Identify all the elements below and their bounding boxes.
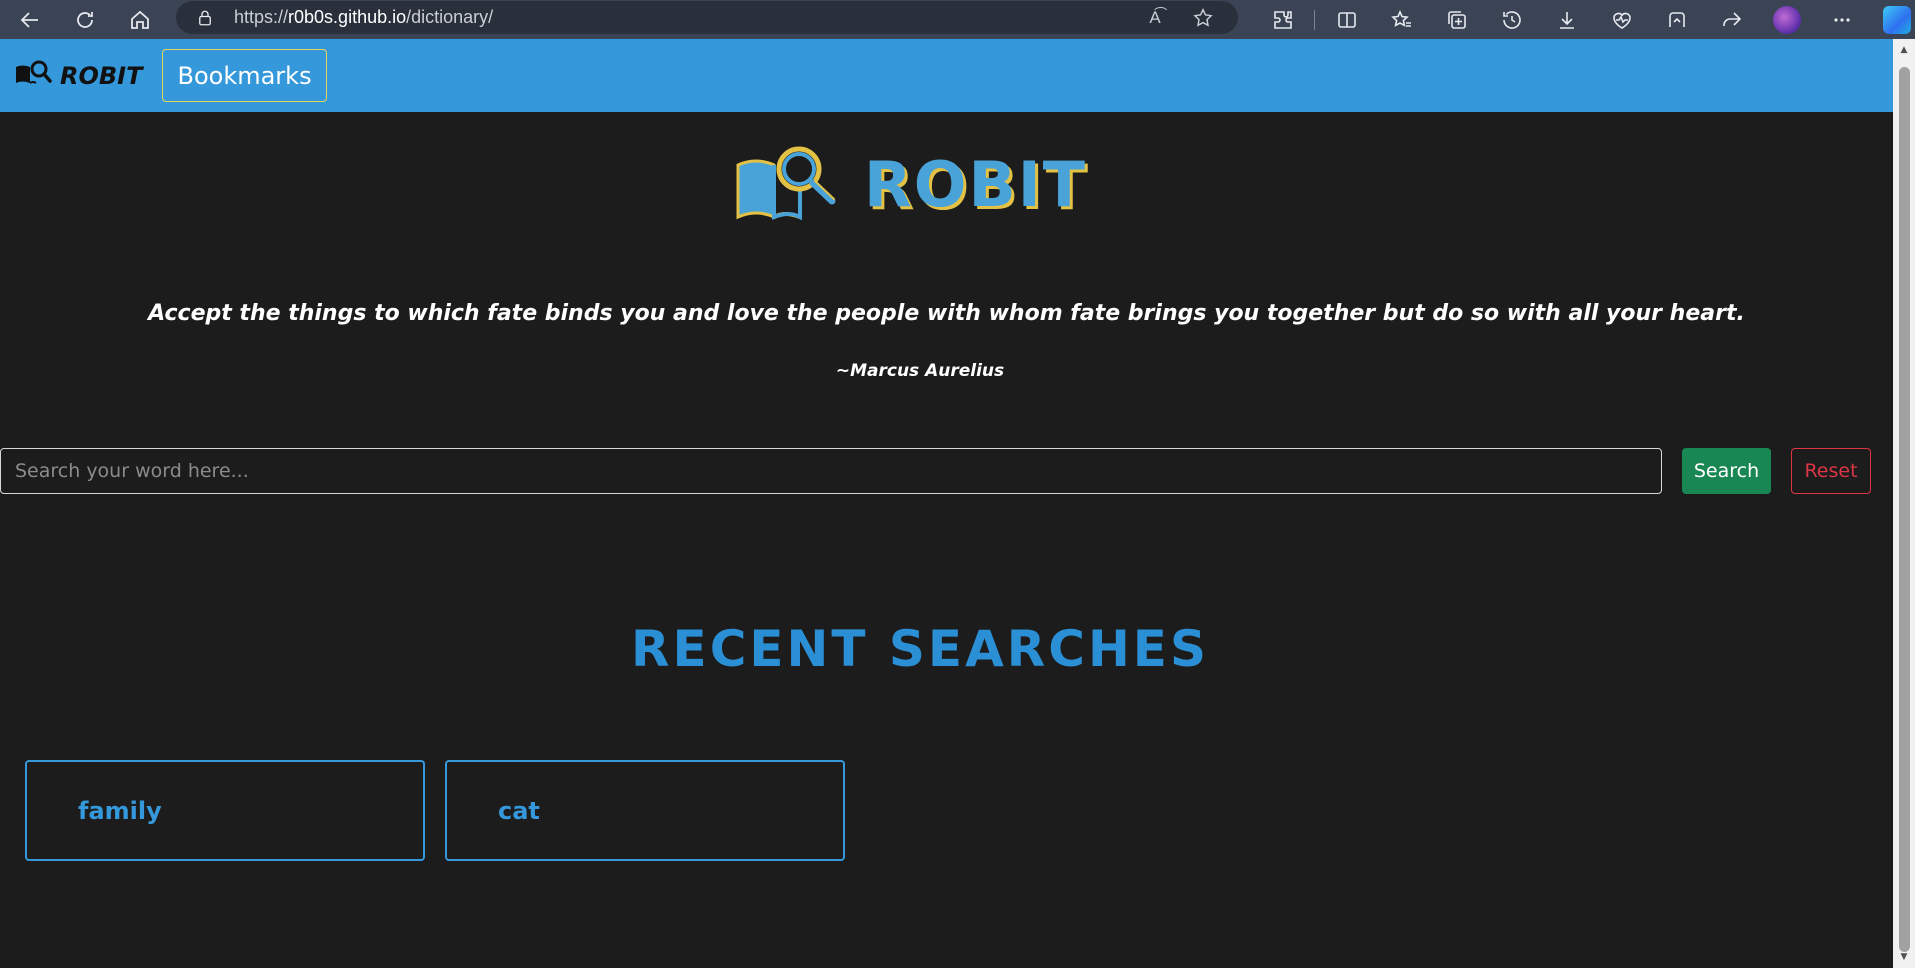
home-button[interactable] [112,0,167,39]
home-icon [130,10,149,29]
url-path: /dictionary/ [406,7,494,27]
scroll-up-arrow-icon[interactable]: ▲ [1893,41,1915,59]
recent-search-card[interactable]: family [25,760,425,861]
quote-author: ~Marcus Aurelius [835,361,1005,381]
quote-text: Accept the things to which fate binds yo… [148,301,1745,326]
refresh-icon [76,11,93,28]
url-host: r0b0s.github.io [288,7,407,27]
back-arrow-icon [20,11,38,28]
address-bar[interactable]: https://r0b0s.github.io/dictionary/ A͡ [176,1,1238,34]
scroll-thumb[interactable] [1899,67,1910,952]
brand-name: ROBIT [60,61,143,90]
book-magnifier-icon [736,146,836,221]
search-button[interactable]: Search [1682,448,1771,494]
read-aloud-icon[interactable]: A͡ [1138,5,1172,31]
url-text[interactable]: https://r0b0s.github.io/dictionary/ [234,7,493,28]
navbar-brand[interactable]: ROBIT [14,59,142,93]
recent-searches-title: RECENT SEARCHES [631,620,1209,678]
toolbar-divider [1314,9,1315,30]
downloads-icon[interactable] [1539,0,1594,39]
favorite-star-icon[interactable] [1186,5,1220,31]
scroll-down-arrow-icon[interactable]: ▼ [1893,948,1915,966]
hero-logo: ROBIT [734,139,1087,229]
page-content: ROBIT Bookmarks ROBIT Accept the things … [0,39,1893,968]
page-scrollbar[interactable]: ▲ ▼ [1893,39,1915,968]
book-search-icon [14,59,52,93]
recent-searches-list: family cat [25,760,845,861]
reset-button[interactable]: Reset [1791,448,1871,494]
avatar [1772,5,1801,34]
url-prefix: https:// [234,7,289,27]
back-button[interactable] [2,0,57,39]
extensions-icon[interactable] [1255,0,1310,39]
top-navbar: ROBIT Bookmarks [0,39,1893,112]
more-options-icon[interactable] [1814,0,1869,39]
history-icon[interactable] [1484,0,1539,39]
share-icon[interactable] [1704,0,1759,39]
split-screen-icon[interactable] [1319,0,1374,39]
search-input[interactable] [0,448,1662,494]
favorites-icon[interactable] [1374,0,1429,39]
lock-icon [199,10,211,25]
recent-search-card[interactable]: cat [445,760,845,861]
copilot-icon[interactable] [1869,0,1915,39]
refresh-button[interactable] [57,0,112,39]
performance-icon[interactable] [1649,0,1704,39]
bookmarks-button[interactable]: Bookmarks [162,49,327,102]
browser-toolbar: https://r0b0s.github.io/dictionary/ A͡ [0,0,1915,39]
collections-icon[interactable] [1429,0,1484,39]
browser-essentials-icon[interactable] [1594,0,1649,39]
hero-title: ROBIT [864,147,1088,221]
profile-avatar[interactable] [1759,0,1814,39]
